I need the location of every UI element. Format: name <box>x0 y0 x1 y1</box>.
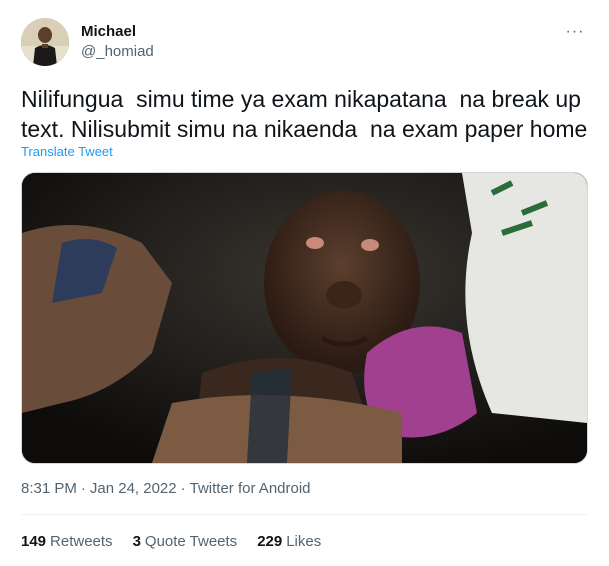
photo-image <box>22 173 587 463</box>
tweet-photo[interactable] <box>21 172 588 464</box>
avatar[interactable] <box>21 18 69 66</box>
likes-count: 229 <box>257 533 283 550</box>
retweets-label: Retweets <box>50 533 113 550</box>
tweet-text: Nilifungua simu time ya exam nikapatana … <box>21 86 588 142</box>
retweets-count: 149 <box>21 533 47 550</box>
avatar-image <box>21 18 69 66</box>
quote-tweets-stat[interactable]: 3 Quote Tweets <box>133 533 238 550</box>
quote-tweets-count: 3 <box>132 533 141 550</box>
author-name[interactable]: Michael <box>81 23 136 40</box>
tweet-metadata: 8:31 PM · Jan 24, 2022 · Twitter for Android <box>21 480 315 497</box>
divider <box>21 514 588 515</box>
more-options-icon[interactable]: ··· <box>565 22 585 42</box>
separator: · <box>180 480 186 497</box>
tweet-time[interactable]: 8:31 PM <box>21 480 77 497</box>
tweet-stats: 149 Retweets 3 Quote Tweets 229 Likes <box>21 533 321 550</box>
tweet-card: Michael @_homiad ··· Nilifungua simu tim… <box>0 0 609 566</box>
author-handle[interactable]: @_homiad <box>81 43 154 60</box>
likes-stat[interactable]: 229 Likes <box>257 533 321 550</box>
separator: · <box>80 480 86 497</box>
quote-tweets-label: Quote Tweets <box>144 533 238 550</box>
retweets-stat[interactable]: 149 Retweets <box>21 533 113 550</box>
translate-tweet-link[interactable]: Translate Tweet <box>21 144 113 159</box>
tweet-date[interactable]: Jan 24, 2022 <box>90 480 177 497</box>
likes-label: Likes <box>286 533 322 550</box>
tweet-source[interactable]: Twitter for Android <box>190 480 311 497</box>
